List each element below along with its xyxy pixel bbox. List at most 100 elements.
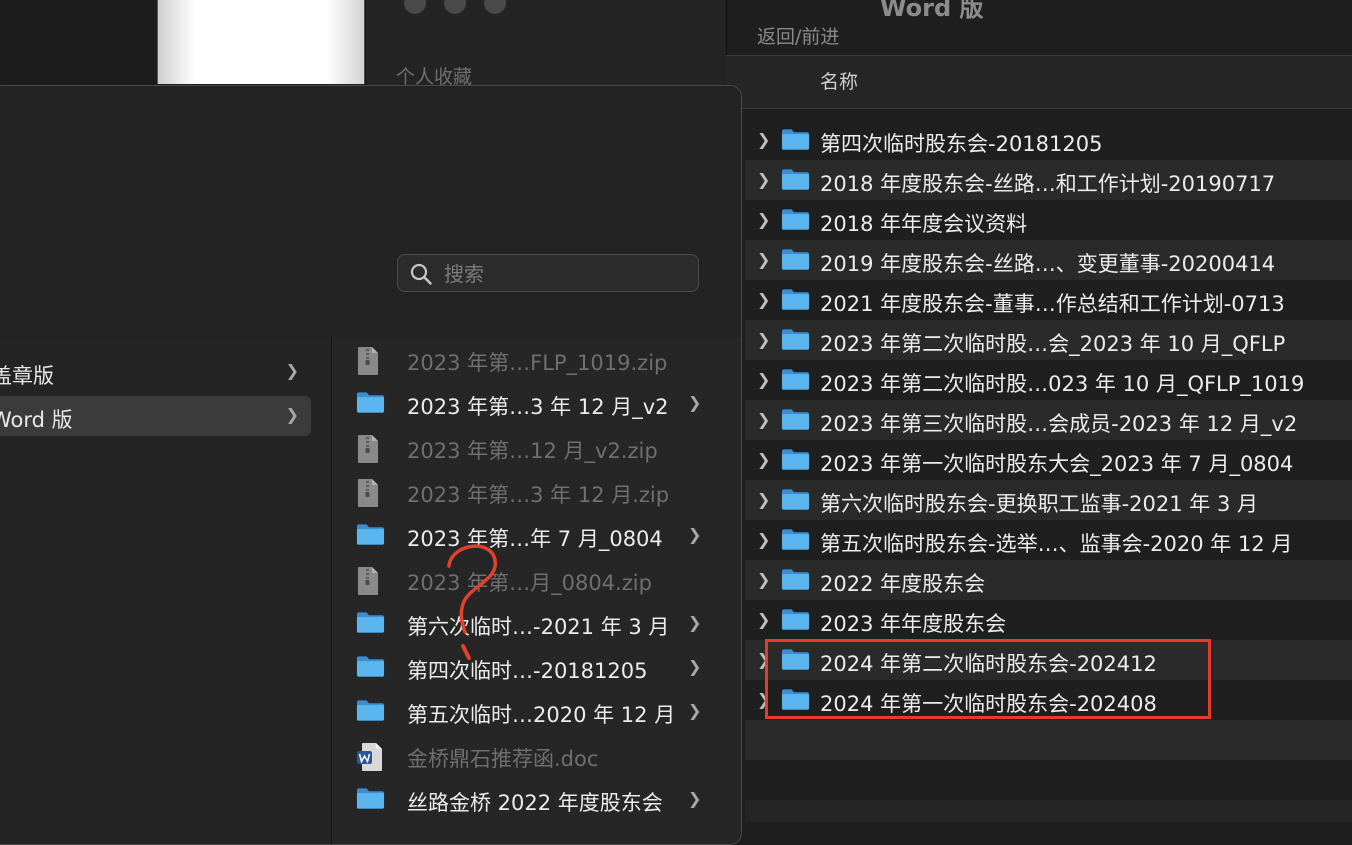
background-window-left: [0, 0, 155, 90]
list-row[interactable]: ❯ 2022 年度股东会: [745, 560, 1352, 600]
disclosure-chevron-icon[interactable]: ❯: [757, 450, 771, 470]
disclosure-chevron-icon[interactable]: ❯: [757, 530, 771, 550]
disclosure-chevron-icon[interactable]: ❯: [757, 250, 771, 270]
item-label: 金桥鼎石推荐函.doc: [407, 747, 599, 771]
row-label: 2023 年第二次临时股…会_2023 年 10 月_QFLP: [820, 332, 1286, 356]
row-label: 2023 年年度股东会: [820, 612, 1007, 636]
folder-icon: [356, 392, 385, 413]
folder-item[interactable]: 2023 年第…年 7 月_0804 ❯: [332, 514, 741, 558]
disclosure-chevron-icon[interactable]: ❯: [757, 290, 771, 310]
window-title: Word 版: [880, 0, 984, 22]
row-label: 2023 年第二次临时股…023 年 10 月_QFLP_1019: [820, 372, 1305, 396]
chevron-right-icon: ❯: [688, 613, 702, 632]
folder-icon: [356, 656, 385, 677]
back-forward-label[interactable]: 返回/前进: [757, 22, 839, 49]
folder-item[interactable]: 第六次临时…-2021 年 3 月 ❯: [332, 602, 741, 646]
file-item: 2023 年第…FLP_1019.zip: [332, 338, 741, 382]
zip-file-icon: [358, 567, 378, 595]
chevron-right-icon: ❯: [688, 525, 702, 544]
disclosure-chevron-icon[interactable]: ❯: [757, 170, 771, 190]
zip-file-icon: [358, 479, 378, 507]
row-label: 第四次临时股东会-20181205: [820, 132, 1103, 156]
folder-icon: [781, 449, 810, 470]
folder-item[interactable]: 第五次临时…2020 年 12 月 ❯: [332, 690, 741, 734]
chevron-right-icon: ❯: [688, 789, 702, 808]
list-row[interactable]: ❯ 2023 年第二次临时股…023 年 10 月_QFLP_1019: [745, 360, 1352, 400]
list-row[interactable]: ❯ 第六次临时股东会-更换职工监事-2021 年 3 月: [745, 480, 1352, 520]
row-label: 第五次临时股东会-选举…、监事会-2020 年 12 月: [820, 532, 1293, 556]
row-label: 第六次临时股东会-更换职工监事-2021 年 3 月: [820, 492, 1258, 516]
row-label: 2018 年度股东会-丝路…和工作计划-20190717: [820, 172, 1276, 196]
list-row[interactable]: ❯ 2018 年年度会议资料: [745, 200, 1352, 240]
disclosure-chevron-icon[interactable]: ❯: [757, 370, 771, 390]
folder-icon: [781, 169, 810, 190]
word-document-icon: [357, 743, 382, 771]
search-input[interactable]: [442, 259, 686, 289]
close-window-button[interactable]: [404, 0, 426, 14]
browser-column-1: 盖章版 ❯ Word 版 ❯: [0, 338, 332, 844]
row-label: 2022 年度股东会: [820, 572, 986, 596]
chevron-right-icon: ❯: [688, 657, 702, 676]
sidebar-item-folder[interactable]: Word 版 ❯: [0, 396, 311, 436]
disclosure-chevron-icon[interactable]: ❯: [757, 410, 771, 430]
disclosure-chevron-icon[interactable]: ❯: [757, 490, 771, 510]
disclosure-chevron-icon[interactable]: ❯: [757, 130, 771, 150]
item-label: 丝路金桥 2022 年度股东会: [407, 791, 663, 815]
zip-file-icon: [358, 435, 378, 463]
list-row[interactable]: ❯ 第五次临时股东会-选举…、监事会-2020 年 12 月: [745, 520, 1352, 560]
disclosure-chevron-icon[interactable]: ❯: [757, 330, 771, 350]
list-row[interactable]: ❯ 2023 年第三次临时股…会成员-2023 年 12 月_v2: [745, 400, 1352, 440]
disclosure-chevron-icon[interactable]: ❯: [757, 610, 771, 630]
chevron-right-icon: ❯: [688, 701, 702, 720]
zip-file-icon: [358, 347, 378, 375]
row-label: 2023 年第一次临时股东大会_2023 年 7 月_0804: [820, 452, 1294, 476]
file-list: ❯ 第四次临时股东会-20181205 ❯ 2018 年度股东会-丝路…和工作计划…: [745, 120, 1352, 720]
file-picker-dialog: 盖章版 ❯ Word 版 ❯ 2023 年第…FLP_1019.zip 2023 年第…: [0, 85, 742, 845]
item-label: 2023 年第…3 年 12 月_v2: [407, 395, 669, 419]
handwritten-question-mark: [447, 544, 497, 660]
column-item-label: Word 版: [0, 408, 73, 432]
minimize-window-button[interactable]: [444, 0, 466, 14]
file-item: 2023 年第…月_0804.zip: [332, 558, 741, 602]
folder-icon: [781, 489, 810, 510]
column-item-label: 盖章版: [0, 364, 54, 388]
search-field[interactable]: [397, 254, 699, 292]
folder-icon: [781, 569, 810, 590]
file-item: 2023 年第…12 月_v2.zip: [332, 426, 741, 470]
list-row[interactable]: ❯ 2018 年度股东会-丝路…和工作计划-20190717: [745, 160, 1352, 200]
annotation-highlight-box: [765, 639, 1211, 719]
item-label: 2023 年第…FLP_1019.zip: [407, 351, 668, 375]
status-bar: [745, 800, 1352, 822]
disclosure-chevron-icon[interactable]: ❯: [757, 570, 771, 590]
dialog-toolbar: [0, 86, 741, 339]
list-row[interactable]: ❯ 2023 年年度股东会: [745, 600, 1352, 640]
folder-icon: [356, 788, 385, 809]
zoom-window-button[interactable]: [484, 0, 506, 14]
folder-icon: [781, 289, 810, 310]
file-item: 2023 年第…3 年 12 月.zip: [332, 470, 741, 514]
background-preview-pane: [157, 0, 365, 84]
search-icon: [410, 263, 432, 285]
chevron-right-icon: ❯: [285, 405, 299, 424]
folder-icon: [781, 369, 810, 390]
sidebar-item-folder[interactable]: 盖章版 ❯: [0, 352, 311, 392]
chevron-right-icon: ❯: [688, 393, 702, 412]
folder-item[interactable]: 丝路金桥 2022 年度股东会 ❯: [332, 778, 741, 822]
list-row[interactable]: ❯ 2019 年度股东会-丝路…、变更董事-20200414: [745, 240, 1352, 280]
folder-icon: [781, 129, 810, 150]
folder-item[interactable]: 2023 年第…3 年 12 月_v2 ❯: [332, 382, 741, 426]
folder-item[interactable]: 第四次临时…-20181205 ❯: [332, 646, 741, 690]
folder-icon: [781, 249, 810, 270]
empty-list-row: [745, 720, 1352, 760]
disclosure-chevron-icon[interactable]: ❯: [757, 210, 771, 230]
column-header-name[interactable]: 名称: [820, 67, 858, 94]
list-row[interactable]: ❯ 2023 年第二次临时股…会_2023 年 10 月_QFLP: [745, 320, 1352, 360]
folder-icon: [781, 409, 810, 430]
list-row[interactable]: ❯ 2023 年第一次临时股东大会_2023 年 7 月_0804: [745, 440, 1352, 480]
chevron-right-icon: ❯: [285, 361, 299, 380]
row-label: 2021 年度股东会-董事…作总结和工作计划-0713: [820, 292, 1285, 316]
list-row[interactable]: ❯ 2021 年度股东会-董事…作总结和工作计划-0713: [745, 280, 1352, 320]
list-row[interactable]: ❯ 第四次临时股东会-20181205: [745, 120, 1352, 160]
folder-icon: [781, 329, 810, 350]
folder-icon: [356, 524, 385, 545]
